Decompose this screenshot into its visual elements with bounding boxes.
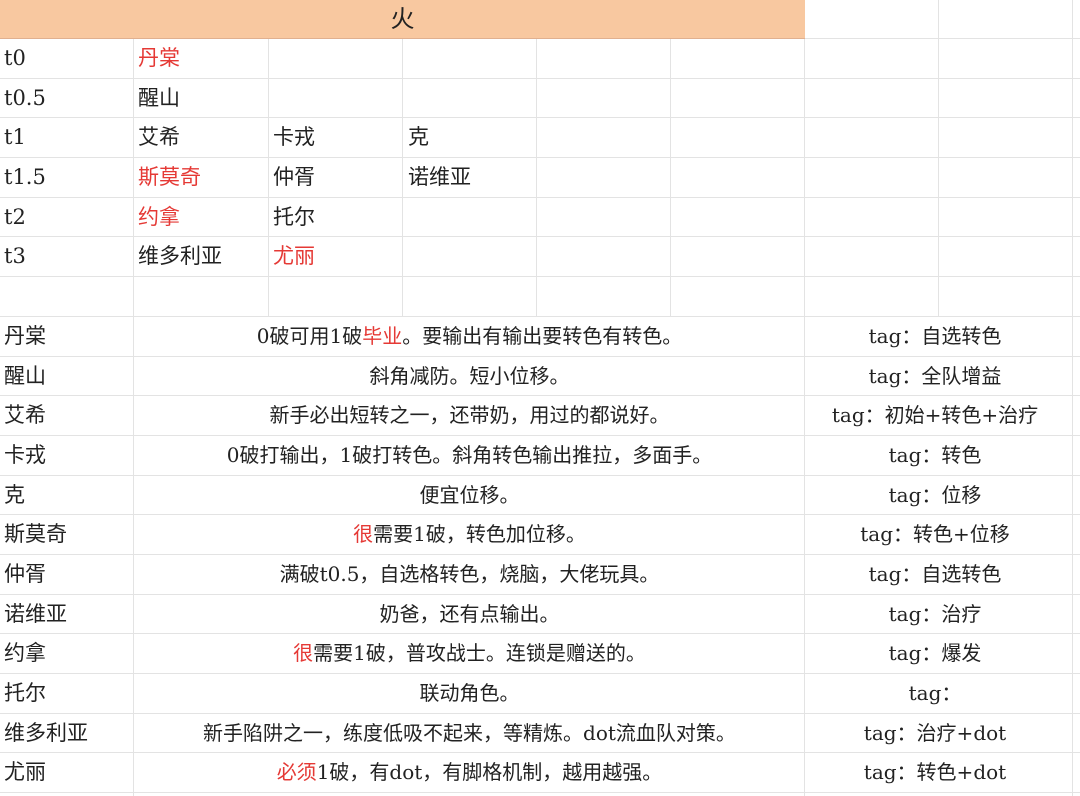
- detail-description[interactable]: 必须1破，有dot，有脚格机制，越用越强。: [134, 753, 805, 792]
- tier-label[interactable]: t2: [4, 198, 26, 237]
- tier-character[interactable]: 维多利亚: [138, 237, 222, 276]
- grid-line: [670, 0, 671, 317]
- detail-tag[interactable]: tag：全队增益: [805, 357, 1065, 396]
- tier-character[interactable]: 艾希: [138, 118, 180, 157]
- grid-line: [268, 0, 269, 317]
- grid-line: [133, 0, 134, 317]
- detail-description[interactable]: 很需要1破，普攻战士。连锁是赠送的。: [134, 634, 805, 673]
- detail-tag[interactable]: tag：自选转色: [805, 555, 1065, 594]
- grid-line: [536, 0, 537, 317]
- detail-description[interactable]: 便宜位移。: [134, 476, 805, 515]
- detail-character-name[interactable]: 克: [4, 476, 25, 515]
- description-text: 需要1破，普攻战士。连锁是赠送的。: [313, 641, 646, 665]
- description-text: 0破可用1破: [256, 324, 363, 348]
- detail-tag[interactable]: tag：转色: [805, 436, 1065, 475]
- detail-tag[interactable]: tag：转色+dot: [805, 753, 1065, 792]
- detail-description[interactable]: 0破打输出，1破打转色。斜角转色输出推拉，多面手。: [134, 436, 805, 475]
- detail-character-name[interactable]: 卡戎: [4, 436, 46, 475]
- detail-character-name[interactable]: 尤丽: [4, 753, 46, 792]
- description-highlight: 很: [353, 522, 374, 546]
- description-text: 新手必出短转之一，还带奶，用过的都说好。: [269, 403, 670, 427]
- tier-character[interactable]: 托尔: [273, 198, 315, 237]
- detail-description[interactable]: 很需要1破，转色加位移。: [134, 515, 805, 554]
- description-highlight: 毕业: [362, 324, 403, 348]
- detail-character-name[interactable]: 约拿: [4, 634, 46, 673]
- tier-label[interactable]: t0.5: [4, 79, 46, 118]
- detail-description[interactable]: 联动角色。: [134, 674, 805, 713]
- tier-character[interactable]: 斯莫奇: [138, 158, 201, 197]
- description-text: 奶爸，还有点输出。: [379, 602, 560, 626]
- spreadsheet: 火 t0 丹棠 t0.5 醒山 t1 艾希 卡戎克 t1.5 斯莫奇 仲胥 诺维亚 t2 约拿 托尔 t3 维…: [0, 0, 1080, 796]
- grid-line: [938, 0, 939, 317]
- description-text: 新手陷阱之一，练度低吸不起来，等精炼。dot流血队对策。: [203, 721, 736, 745]
- tier-character[interactable]: 诺维亚: [408, 158, 471, 197]
- detail-tag[interactable]: tag：初始+转色+治疗: [805, 396, 1065, 435]
- detail-tag[interactable]: tag：位移: [805, 476, 1065, 515]
- detail-character-name[interactable]: 托尔: [4, 674, 46, 713]
- description-text: 1破，有dot，有脚格机制，越用越强。: [316, 760, 663, 784]
- description-text: 满破t0.5，自选格转色，烧脑，大佬玩具。: [279, 562, 660, 586]
- tier-label[interactable]: t0: [4, 39, 26, 78]
- detail-description[interactable]: 斜角减防。短小位移。: [134, 357, 805, 396]
- tier-character[interactable]: 醒山: [138, 79, 180, 118]
- grid-line: [402, 0, 403, 317]
- detail-tag[interactable]: tag：治疗+dot: [805, 714, 1065, 753]
- description-text: 斜角减防。短小位移。: [369, 364, 570, 388]
- grid-line: [1072, 0, 1073, 796]
- grid-line: [0, 792, 1080, 793]
- detail-tag[interactable]: tag：治疗: [805, 595, 1065, 634]
- tier-label[interactable]: t1: [4, 118, 26, 157]
- tier-character[interactable]: 卡戎: [273, 118, 315, 157]
- detail-description[interactable]: 新手必出短转之一，还带奶，用过的都说好。: [134, 396, 805, 435]
- description-text: 。要输出有输出要转色有转色。: [402, 324, 683, 348]
- detail-character-name[interactable]: 艾希: [4, 396, 46, 435]
- tier-character[interactable]: 约拿: [138, 198, 180, 237]
- description-text: 0破打输出，1破打转色。斜角转色输出推拉，多面手。: [226, 443, 713, 467]
- description-highlight: 很: [293, 641, 314, 665]
- tier-character[interactable]: 仲胥: [273, 158, 315, 197]
- element-title: 火: [390, 5, 415, 33]
- description-text: 联动角色。: [419, 681, 520, 705]
- detail-description[interactable]: 奶爸，还有点输出。: [134, 595, 805, 634]
- tier-label[interactable]: t3: [4, 237, 26, 276]
- detail-tag[interactable]: tag：自选转色: [805, 317, 1065, 356]
- detail-character-name[interactable]: 丹棠: [4, 317, 46, 356]
- description-text: 便宜位移。: [419, 483, 520, 507]
- detail-character-name[interactable]: 仲胥: [4, 555, 46, 594]
- grid-line: [0, 276, 1080, 277]
- description-text: 需要1破，转色加位移。: [373, 522, 586, 546]
- detail-character-name[interactable]: 斯莫奇: [4, 515, 67, 554]
- detail-character-name[interactable]: 维多利亚: [4, 714, 88, 753]
- detail-tag[interactable]: tag：转色+位移: [805, 515, 1065, 554]
- detail-character-name[interactable]: 醒山: [4, 357, 46, 396]
- tier-label[interactable]: t1.5: [4, 158, 46, 197]
- detail-description[interactable]: 新手陷阱之一，练度低吸不起来，等精炼。dot流血队对策。: [134, 714, 805, 753]
- tier-character[interactable]: 丹棠: [138, 39, 180, 78]
- tier-character[interactable]: 克: [408, 118, 429, 157]
- description-highlight: 必须: [276, 760, 317, 784]
- tier-character[interactable]: 尤丽: [273, 237, 315, 276]
- detail-character-name[interactable]: 诺维亚: [4, 595, 67, 634]
- detail-description[interactable]: 0破可用1破毕业。要输出有输出要转色有转色。: [134, 317, 805, 356]
- detail-tag[interactable]: tag：: [805, 674, 1065, 713]
- detail-description[interactable]: 满破t0.5，自选格转色，烧脑，大佬玩具。: [134, 555, 805, 594]
- detail-tag[interactable]: tag：爆发: [805, 634, 1065, 673]
